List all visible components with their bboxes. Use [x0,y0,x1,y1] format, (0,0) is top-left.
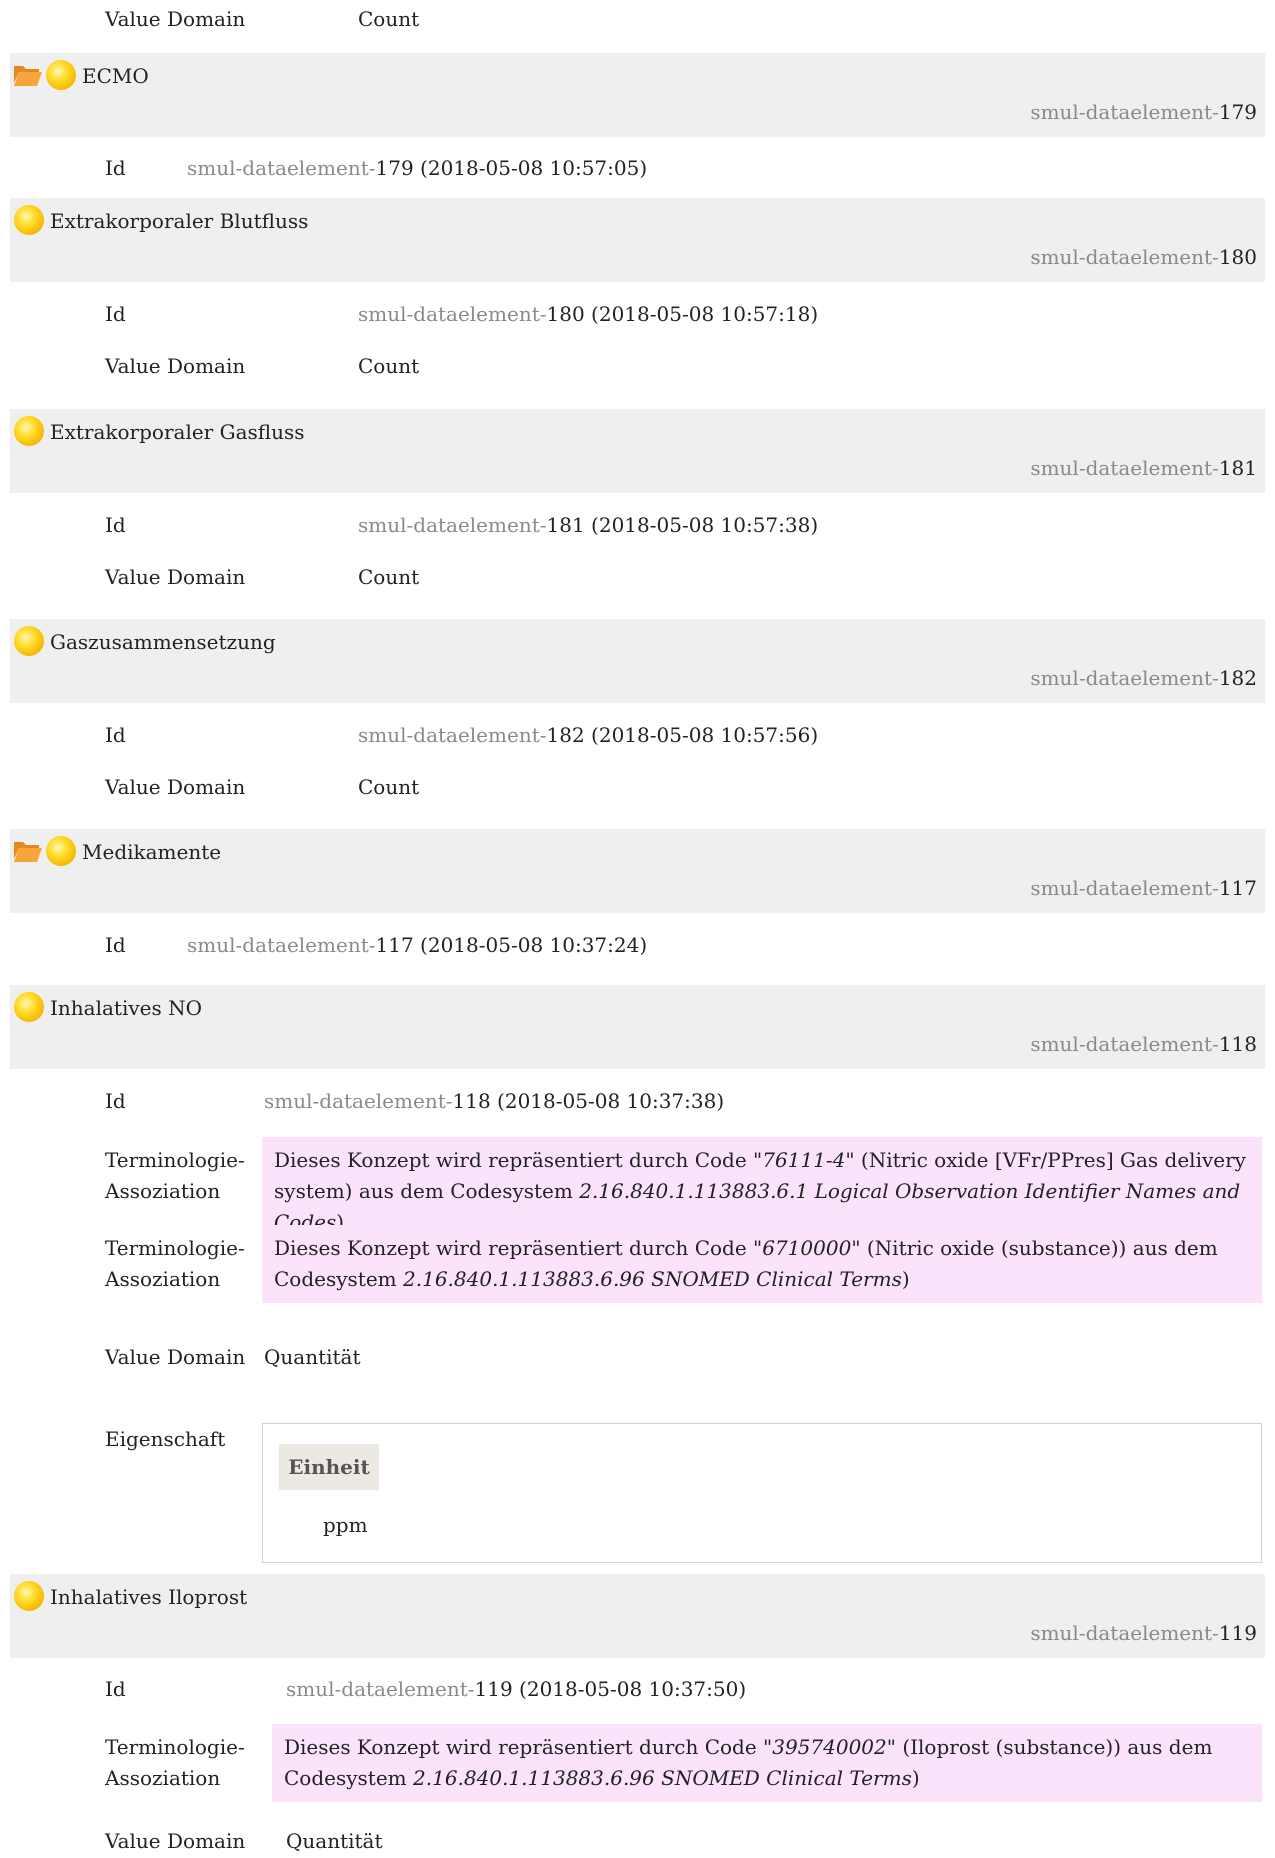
id-value: smul-dataelement-181 (2018-05-08 10:57:3… [358,513,819,537]
id-label: Id [105,513,126,537]
section-id: smul-dataelement-179 [1030,100,1257,124]
id-value: smul-dataelement-117 (2018-05-08 10:37:2… [187,933,648,957]
section-id: smul-dataelement-181 [1030,456,1257,480]
id-value: smul-dataelement-180 (2018-05-08 10:57:1… [358,302,819,326]
section-title: Inhalatives Iloprost [50,1585,248,1609]
terminology-association: Dieses Konzept wird repräsentiert durch … [262,1225,1262,1303]
id-label: Id [105,933,126,957]
property-table: Einheit ppm [262,1423,1262,1563]
property-value: ppm [323,1513,368,1537]
terminology-association: Dieses Konzept wird repräsentiert durch … [272,1724,1262,1802]
id-label: Id [105,723,126,747]
value-domain-label: Value Domain [105,7,246,31]
folder-open-icon[interactable] [13,63,43,87]
value-domain-label: Value Domain [105,354,246,378]
section-header-gasfluss[interactable]: Extrakorporaler Gasfluss smul-dataelemen… [10,409,1265,493]
folder-open-icon[interactable] [13,839,43,863]
value-domain-value: Quantität [286,1829,383,1853]
element-icon [14,992,44,1022]
section-header-blutfluss[interactable]: Extrakorporaler Blutfluss smul-dataeleme… [10,198,1265,282]
element-icon [46,60,76,90]
terminology-label: Terminologie-Assoziation [105,1148,245,1203]
section-id: smul-dataelement-182 [1030,666,1257,690]
value-domain-label: Value Domain [105,775,246,799]
id-label: Id [105,1089,126,1113]
id-label: Id [105,302,126,326]
section-title: Medikamente [82,840,222,864]
section-title: Extrakorporaler Gasfluss [50,420,305,444]
element-icon [46,836,76,866]
terminology-label: Terminologie-Assoziation [105,1735,245,1790]
section-title: Inhalatives NO [50,996,202,1020]
id-value: smul-dataelement-118 (2018-05-08 10:37:3… [264,1089,725,1113]
value-domain-value: Count [358,7,420,31]
section-header-ecmo[interactable]: ECMO smul-dataelement-179 [10,53,1265,137]
terminology-label: Terminologie-Assoziation [105,1236,245,1291]
element-icon [14,1581,44,1611]
id-label: Id [105,1677,126,1701]
section-title: Gaszusammensetzung [50,630,276,654]
value-domain-label: Value Domain [105,565,246,589]
id-value: smul-dataelement-119 (2018-05-08 10:37:5… [286,1677,747,1701]
section-id: smul-dataelement-180 [1030,245,1257,269]
section-id: smul-dataelement-118 [1030,1032,1257,1056]
value-domain-label: Value Domain [105,1829,246,1853]
section-id: smul-dataelement-117 [1030,876,1257,900]
element-icon [14,205,44,235]
value-domain-value: Quantität [264,1345,361,1369]
section-header-inhalatives-iloprost[interactable]: Inhalatives Iloprost smul-dataelement-11… [10,1574,1265,1658]
element-icon [14,416,44,446]
section-header-gaszusammensetzung[interactable]: Gaszusammensetzung smul-dataelement-182 [10,619,1265,703]
property-label: Eigenschaft [105,1427,226,1451]
value-domain-value: Count [358,565,420,589]
id-value: smul-dataelement-179 (2018-05-08 10:57:0… [187,156,648,180]
value-domain-label: Value Domain [105,1345,246,1369]
id-label: Id [105,156,126,180]
value-domain-value: Count [358,775,420,799]
section-title: Extrakorporaler Blutfluss [50,209,309,233]
property-header: Einheit [279,1444,379,1490]
section-title: ECMO [82,64,149,88]
section-header-inhalatives-no[interactable]: Inhalatives NO smul-dataelement-118 [10,985,1265,1069]
element-icon [14,626,44,656]
value-domain-value: Count [358,354,420,378]
section-id: smul-dataelement-119 [1030,1621,1257,1645]
section-header-medikamente[interactable]: Medikamente smul-dataelement-117 [10,829,1265,913]
id-value: smul-dataelement-182 (2018-05-08 10:57:5… [358,723,819,747]
